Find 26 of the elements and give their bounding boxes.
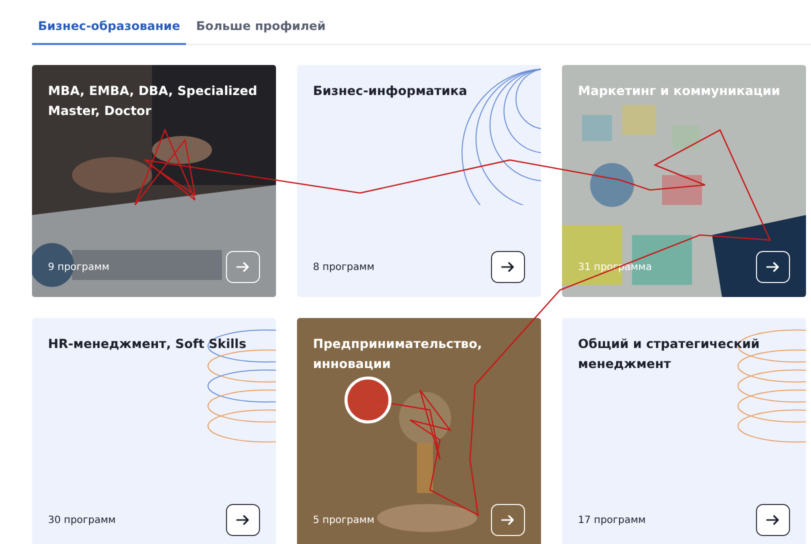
program-count: 17 программ	[578, 514, 646, 526]
program-count: 9 программ	[48, 262, 110, 272]
card-title: Маркетинг и коммуникации	[578, 82, 782, 100]
program-count: 31 программа	[578, 262, 652, 272]
category-card[interactable]: Бизнес-информатика 8 программ	[297, 65, 541, 297]
category-card[interactable]: Предпринимательство, инновации 5 программ	[297, 318, 541, 544]
arrow-button[interactable]	[226, 504, 260, 536]
arrow-button[interactable]	[491, 251, 525, 283]
arrow-icon	[235, 259, 251, 275]
arrow-icon	[500, 259, 516, 275]
category-card[interactable]: HR-менеджмент, Soft Skills 30 программ	[32, 318, 276, 544]
program-count: 8 программ	[313, 262, 374, 272]
arrow-icon	[765, 512, 781, 528]
program-count: 30 программ	[48, 514, 116, 526]
arrow-icon	[500, 512, 516, 528]
tab[interactable]: Больше профилей	[190, 16, 332, 45]
arrow-icon	[235, 512, 251, 528]
arrow-icon	[765, 259, 781, 275]
category-card[interactable]: MBA, EMBA, DBA, Specialized Master, Doctor 9 программ	[32, 65, 276, 297]
arrow-button[interactable]	[756, 504, 790, 536]
card-title: Бизнес-информатика	[313, 82, 468, 100]
card-title: Предпринимательство, инновации	[313, 335, 484, 373]
card-title: MBA, EMBA, DBA, Specialized Master, Doctor	[48, 82, 258, 120]
tab[interactable]: Бизнес-образование	[32, 16, 186, 45]
program-count: 5 программ	[313, 514, 374, 526]
card-title: HR-менеджмент, Soft Skills	[48, 335, 248, 353]
